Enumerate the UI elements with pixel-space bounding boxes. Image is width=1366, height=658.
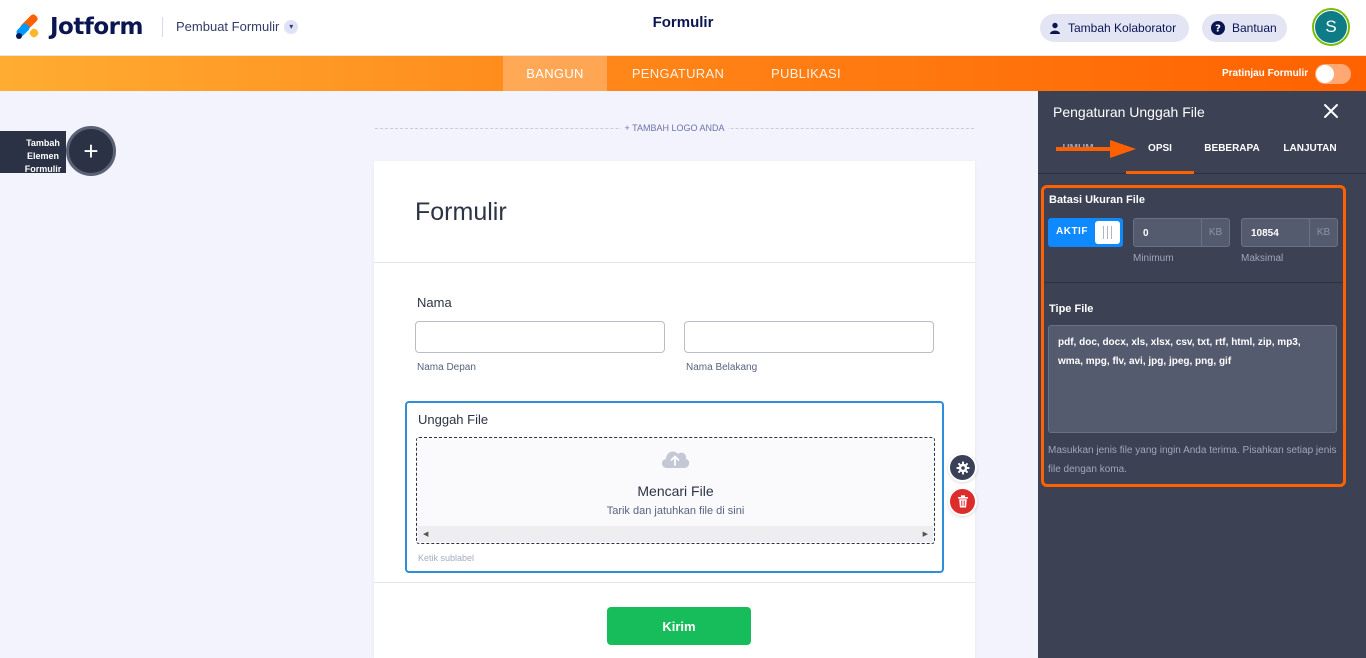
- max-size-value: 10854: [1251, 228, 1279, 239]
- user-avatar-button[interactable]: S: [1312, 8, 1350, 46]
- heading-divider: [374, 262, 975, 263]
- panel-tab-multiple[interactable]: BEBERAPA: [1199, 131, 1265, 174]
- jotform-logo-icon: [15, 13, 42, 41]
- logo-text: Jotform: [50, 14, 143, 40]
- file-types-textarea[interactable]: pdf, doc, docx, xls, xlsx, csv, txt, rtf…: [1048, 325, 1337, 433]
- max-size-input[interactable]: 10854 KB: [1241, 218, 1338, 247]
- scroll-left-icon[interactable]: ◀: [423, 530, 428, 538]
- add-logo-link[interactable]: + TAMBAH LOGO ANDA: [375, 123, 974, 133]
- size-limit-toggle[interactable]: AKTIF: [1048, 218, 1123, 247]
- sublabel-placeholder[interactable]: Ketik sublabel: [418, 553, 474, 563]
- avatar: S: [1315, 11, 1347, 43]
- delete-field-button[interactable]: [948, 487, 977, 516]
- toggle-grip-icon: [1095, 221, 1120, 244]
- panel-title: Pengaturan Unggah File: [1053, 104, 1205, 120]
- file-types-hint: Masukkan jenis file yang ingin Anda teri…: [1048, 445, 1337, 475]
- tab-settings[interactable]: PENGATURAN: [607, 56, 749, 91]
- svg-text:?: ?: [1215, 24, 1221, 35]
- dropzone-subtitle: Tarik dan jatuhkan file di sini: [606, 505, 745, 517]
- cloud-upload-icon: [659, 446, 691, 475]
- header-divider: [162, 17, 163, 37]
- min-size-input[interactable]: 0 KB: [1133, 218, 1230, 247]
- builder-menu-dropdown[interactable]: Pembuat Formulir ▾: [176, 19, 299, 34]
- last-name-sublabel: Nama Belakang: [686, 362, 758, 373]
- help-label: Bantuan: [1232, 21, 1277, 35]
- submit-button[interactable]: Kirim: [607, 607, 751, 645]
- tab-publish[interactable]: PUBLIKASI: [749, 56, 863, 91]
- add-form-element-button[interactable]: +: [66, 126, 116, 176]
- first-name-input[interactable]: [415, 321, 665, 353]
- name-field-label[interactable]: Nama: [417, 295, 452, 310]
- section-divider: [1044, 282, 1343, 283]
- builder-menu-label: Pembuat Formulir: [176, 19, 280, 34]
- gear-icon: [956, 461, 969, 474]
- panel-tab-advanced[interactable]: LANJUTAN: [1278, 131, 1342, 174]
- trash-icon: [957, 495, 968, 508]
- add-logo-text: + TAMBAH LOGO ANDA: [620, 123, 729, 133]
- arrow-annotation-icon: [1054, 138, 1138, 165]
- builder-navbar: BANGUN PENGATURAN PUBLIKASI Pratinjau Fo…: [0, 56, 1366, 91]
- min-size-label: Minimum: [1133, 253, 1174, 264]
- field-settings-button[interactable]: [948, 453, 977, 482]
- dropzone-title: Mencari File: [637, 483, 714, 499]
- horizontal-scrollbar[interactable]: ◀ ▶: [418, 526, 933, 542]
- form-card: Formulir Nama Nama Depan Nama Belakang U…: [374, 161, 977, 658]
- chevron-down-icon: ▾: [284, 19, 299, 34]
- help-button[interactable]: ? Bantuan: [1202, 14, 1287, 42]
- upload-field-label[interactable]: Unggah File: [418, 412, 488, 427]
- add-collaborator-label: Tambah Kolaborator: [1068, 21, 1177, 35]
- submit-divider: [374, 582, 975, 583]
- close-icon[interactable]: [1321, 101, 1341, 121]
- file-dropzone[interactable]: Mencari File Tarik dan jatuhkan file di …: [416, 437, 935, 544]
- min-size-unit: KB: [1201, 219, 1229, 246]
- size-limit-title: Batasi Ukuran File: [1049, 194, 1145, 206]
- question-icon: ?: [1211, 21, 1225, 35]
- preview-form-label: Pratinjau Formulir: [1222, 68, 1309, 79]
- toggle-knob: [1316, 65, 1334, 83]
- max-size-unit: KB: [1309, 219, 1337, 246]
- user-icon: [1049, 22, 1061, 34]
- file-upload-field[interactable]: Unggah File Mencari File Tarik dan jatuh…: [405, 401, 944, 573]
- first-name-sublabel: Nama Depan: [417, 362, 476, 373]
- preview-form-toggle[interactable]: [1315, 64, 1351, 84]
- add-collaborator-button[interactable]: Tambah Kolaborator: [1040, 14, 1189, 42]
- max-size-label: Maksimal: [1241, 253, 1284, 264]
- tab-build[interactable]: BANGUN: [503, 56, 607, 91]
- top-header: Jotform Pembuat Formulir ▾ Formulir Tamb…: [0, 0, 1366, 56]
- file-types-title: Tipe File: [1049, 303, 1094, 315]
- add-form-element-label[interactable]: Tambah Elemen Formulir: [0, 131, 66, 173]
- plus-icon: +: [83, 136, 99, 166]
- scroll-right-icon[interactable]: ▶: [923, 530, 928, 538]
- last-name-input[interactable]: [684, 321, 934, 353]
- jotform-logo[interactable]: Jotform: [15, 13, 143, 41]
- form-heading[interactable]: Formulir: [415, 198, 507, 227]
- min-size-value: 0: [1143, 228, 1149, 239]
- toggle-label: AKTIF: [1056, 226, 1088, 237]
